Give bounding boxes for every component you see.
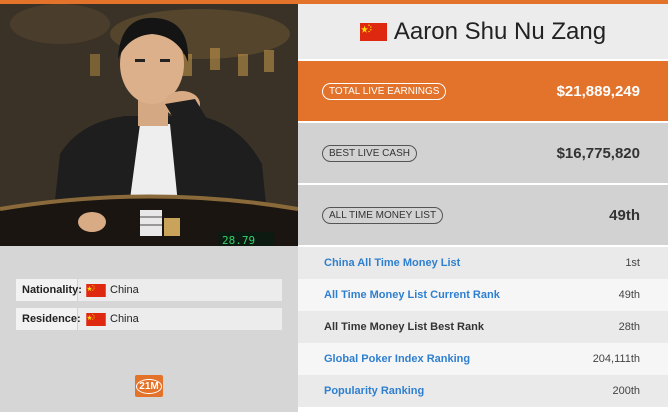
nationality-value: China: [110, 284, 139, 296]
brand-badge-text: 21M: [136, 378, 162, 394]
china-flag-icon: [359, 22, 387, 41]
total-live-earnings-value: $21,889,249: [556, 82, 640, 100]
profile-right-panel: Aaron Shu Nu Zang TOTAL LIVE EARNINGS $2…: [298, 4, 668, 412]
china-flag-icon: [86, 283, 106, 297]
china-flag-icon: [86, 312, 106, 326]
ranking-link-popularity[interactable]: Popularity Ranking: [324, 385, 424, 397]
svg-text:28.79: 28.79: [222, 234, 255, 246]
ranking-value: 204,111th: [592, 353, 640, 365]
player-facts: Nationality: China Residence: China: [16, 279, 282, 337]
rankings-list: China All Time Money List 1st All Time M…: [298, 247, 668, 407]
ranking-value: 1st: [625, 257, 640, 269]
profile-left-panel: 28.79 Nationality: China Residence: Chin…: [0, 4, 298, 412]
best-live-cash-row: BEST LIVE CASH $16,775,820: [298, 123, 668, 183]
brand-badge[interactable]: 21M: [135, 375, 163, 397]
all-time-money-list-value: 49th: [609, 206, 640, 224]
ranking-value: 49th: [618, 289, 640, 301]
residence-value: China: [110, 313, 139, 325]
player-name: Aaron Shu Nu Zang: [393, 17, 607, 45]
all-time-money-list-label: ALL TIME MONEY LIST: [322, 206, 444, 224]
player-photo-image: 28.79: [0, 4, 298, 246]
total-live-earnings-row: TOTAL LIVE EARNINGS $21,889,249: [298, 61, 668, 121]
ranking-row: All Time Money List Best Rank 28th: [298, 311, 668, 343]
nationality-label: Nationality:: [16, 279, 82, 301]
ranking-link-current-rank[interactable]: All Time Money List Current Rank: [324, 289, 500, 301]
total-live-earnings-label: TOTAL LIVE EARNINGS: [322, 82, 447, 100]
ranking-value: 200th: [612, 385, 640, 397]
ranking-link-global-poker-index[interactable]: Global Poker Index Ranking: [324, 353, 470, 365]
best-live-cash-label: BEST LIVE CASH: [322, 144, 417, 162]
ranking-value: 28th: [618, 321, 640, 333]
residence-row: Residence: China: [16, 308, 282, 330]
all-time-money-list-row: ALL TIME MONEY LIST 49th: [298, 185, 668, 245]
ranking-row: Popularity Ranking 200th: [298, 375, 668, 407]
ranking-row: China All Time Money List 1st: [298, 247, 668, 279]
player-name-bar: Aaron Shu Nu Zang: [298, 4, 668, 59]
residence-value-wrap: China: [78, 312, 139, 326]
best-live-cash-value: $16,775,820: [556, 144, 640, 162]
nationality-value-wrap: China: [78, 283, 139, 297]
player-photo: 28.79: [0, 4, 298, 246]
ranking-label-best-rank: All Time Money List Best Rank: [324, 321, 484, 333]
nationality-row: Nationality: China: [16, 279, 282, 301]
residence-label: Residence:: [16, 308, 81, 330]
ranking-row: All Time Money List Current Rank 49th: [298, 279, 668, 311]
ranking-row: Global Poker Index Ranking 204,111th: [298, 343, 668, 375]
ranking-link-china-all-time[interactable]: China All Time Money List: [324, 257, 460, 269]
